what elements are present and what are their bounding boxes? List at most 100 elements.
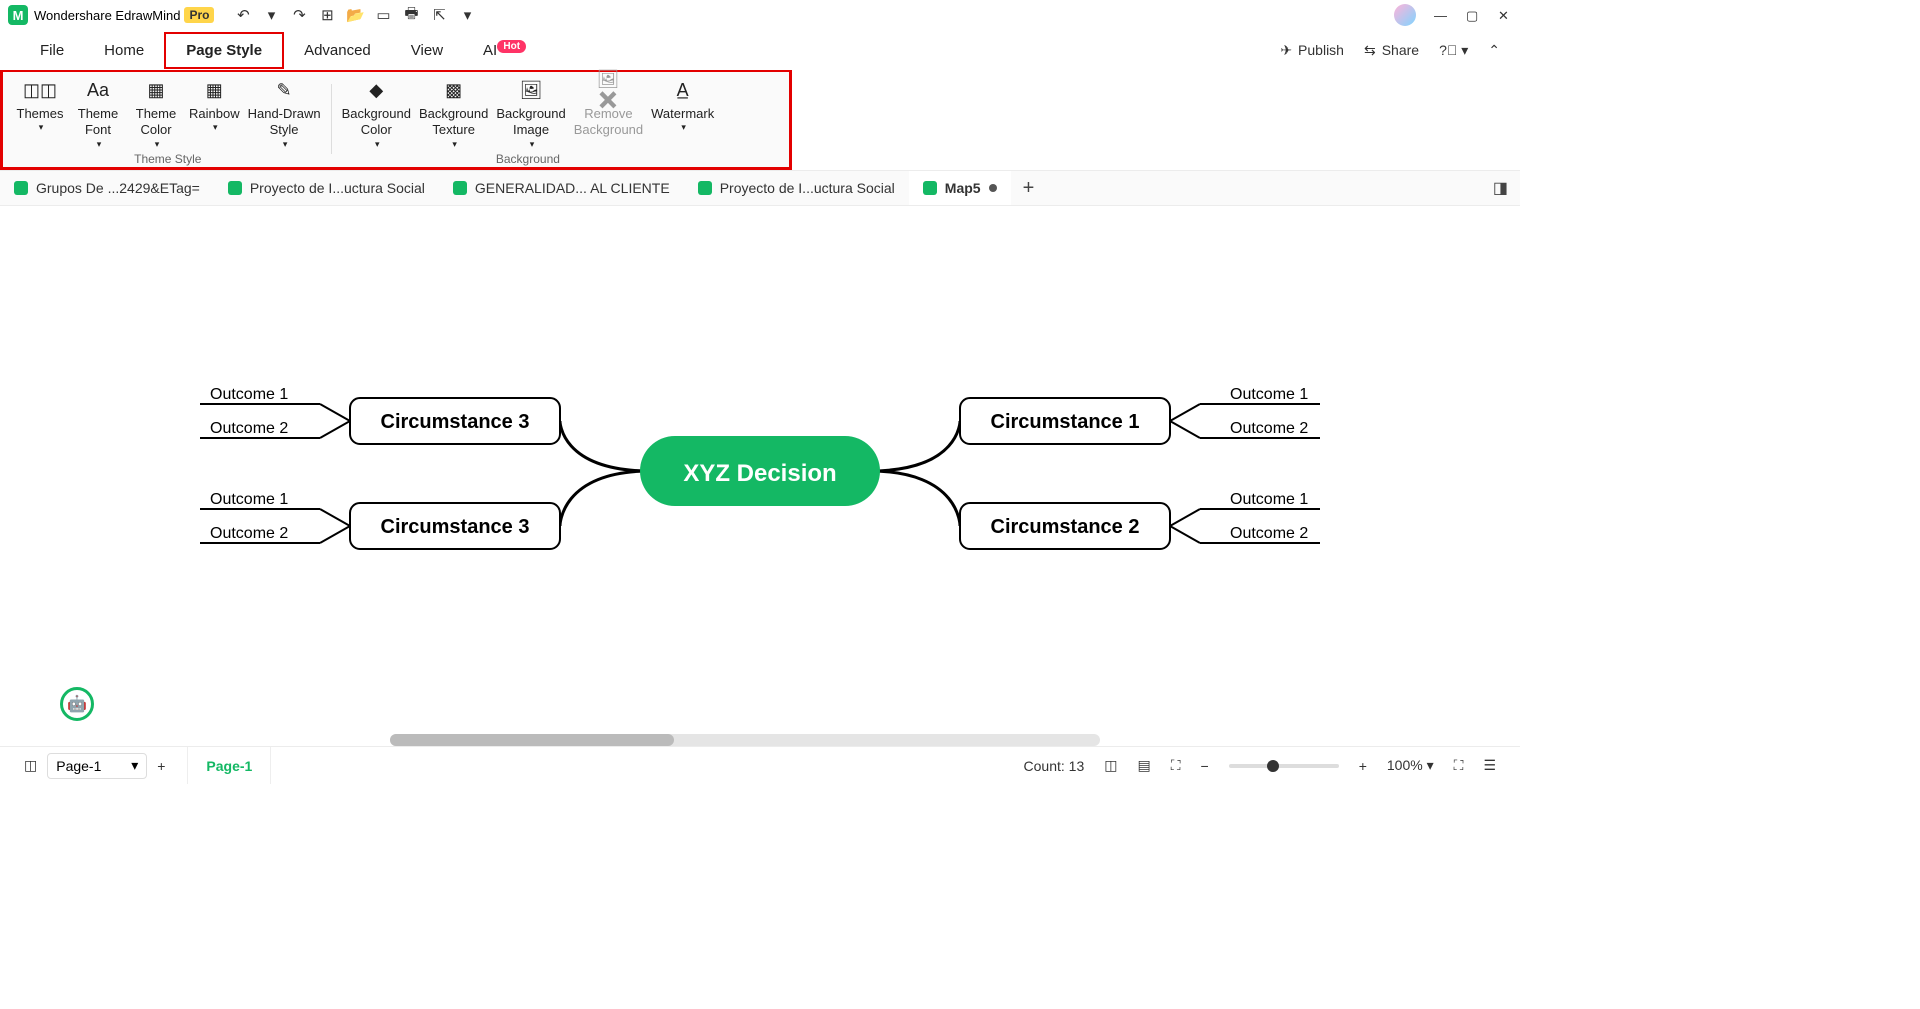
zoom-out-button[interactable]: −: [1191, 758, 1219, 774]
share-button[interactable]: ⇆ Share: [1364, 42, 1419, 59]
horizontal-scrollbar[interactable]: [390, 734, 1100, 746]
document-tab[interactable]: GENERALIDAD... AL CLIENTE: [439, 171, 684, 205]
branch-label: Circumstance 2: [991, 516, 1140, 538]
zoom-thumb[interactable]: [1267, 760, 1279, 772]
document-tab[interactable]: Grupos De ...2429&ETag=: [0, 171, 214, 205]
doc-icon: [698, 181, 712, 195]
outcome-label[interactable]: Outcome 2: [1230, 420, 1308, 437]
qat-more-icon[interactable]: ▾: [458, 6, 476, 24]
rainbow-button[interactable]: ▦ Rainbow ▾: [185, 78, 244, 150]
doc-icon: [14, 181, 28, 195]
document-tab[interactable]: Proyecto de I...uctura Social: [684, 171, 909, 205]
document-tab-active[interactable]: Map5: [909, 171, 1011, 205]
app-logo: M: [8, 5, 28, 25]
view-mode-1-icon[interactable]: ◫: [1094, 757, 1127, 774]
minimize-button[interactable]: —: [1434, 8, 1448, 22]
doc-icon: [228, 181, 242, 195]
publish-button[interactable]: ✈ Publish: [1280, 42, 1344, 59]
share-icon: ⇆: [1364, 42, 1376, 59]
doc-tab-label: GENERALIDAD... AL CLIENTE: [475, 180, 670, 196]
doc-tab-label: Proyecto de I...uctura Social: [250, 180, 425, 196]
doc-tab-label: Grupos De ...2429&ETag=: [36, 180, 200, 196]
branch-label: Circumstance 3: [381, 516, 530, 538]
zoom-in-button[interactable]: +: [1349, 758, 1377, 774]
page-tab[interactable]: Page-1: [187, 747, 271, 784]
scrollbar-thumb[interactable]: [390, 734, 674, 746]
ai-assistant-button[interactable]: 🤖: [60, 687, 94, 721]
hand-drawn-button[interactable]: ✎ Hand-Drawn Style ▾: [244, 78, 325, 150]
background-color-button[interactable]: ◆ Background Color ▾: [338, 78, 415, 150]
menu-advanced[interactable]: Advanced: [284, 34, 391, 67]
view-mode-2-icon[interactable]: ▤: [1127, 757, 1160, 774]
print-icon[interactable]: 🖶: [402, 6, 420, 24]
menu-file[interactable]: File: [20, 34, 84, 67]
chevron-down-icon: ▾: [375, 139, 380, 150]
panel-toggle-icon[interactable]: ◨: [1481, 178, 1520, 198]
add-tab-button[interactable]: +: [1011, 177, 1047, 200]
menu-home[interactable]: Home: [84, 34, 164, 67]
ribbon-group-label: Background: [496, 152, 560, 166]
canvas[interactable]: Outcome 1 Outcome 2 Outcome 1 Outcome 2 …: [0, 206, 1520, 746]
chevron-down-icon: ▾: [213, 122, 218, 133]
maximize-button[interactable]: ▢: [1466, 8, 1480, 22]
collapse-ribbon-icon[interactable]: ⌃: [1488, 42, 1500, 59]
remove-image-icon: 🖼✖: [596, 78, 620, 102]
outcome-label[interactable]: Outcome 1: [210, 491, 288, 508]
menu-view[interactable]: View: [391, 34, 463, 67]
window-controls: — ▢ ✕: [1394, 4, 1512, 26]
theme-font-button[interactable]: Aa Theme Font ▾: [69, 78, 127, 150]
publish-icon: ✈: [1280, 42, 1292, 59]
document-tabs: Grupos De ...2429&ETag= Proyecto de I...…: [0, 170, 1520, 206]
outcome-label[interactable]: Outcome 1: [1230, 386, 1308, 403]
open-icon[interactable]: 📂: [346, 6, 364, 24]
themes-button[interactable]: ◫◫ Themes ▾: [11, 78, 69, 150]
outline-toggle-icon[interactable]: ◫: [14, 757, 47, 774]
image-icon: 🖼: [519, 78, 543, 102]
new-icon[interactable]: ⊞: [318, 6, 336, 24]
redo-icon[interactable]: ↷: [290, 6, 308, 24]
fit-page-icon[interactable]: ⛶: [1161, 757, 1191, 774]
remove-background-button: 🖼✖ Remove Background: [570, 78, 647, 150]
chevron-down-icon: ▾: [283, 139, 288, 150]
menu-ai[interactable]: AI Hot: [463, 34, 546, 67]
help-icon[interactable]: ?⃝ ▾: [1439, 42, 1468, 59]
theme-color-button[interactable]: ▦ Theme Color ▾: [127, 78, 185, 150]
background-image-button[interactable]: 🖼 Background Image ▾: [492, 78, 569, 150]
add-page-button[interactable]: +: [147, 758, 175, 774]
page-selector[interactable]: Page-1 ▾: [47, 753, 147, 779]
outcome-label[interactable]: Outcome 1: [210, 386, 288, 403]
chevron-down-icon: ▾: [131, 757, 138, 774]
watermark-button[interactable]: A̲ Watermark ▾: [647, 78, 718, 150]
menu-ai-label: AI: [483, 42, 497, 59]
save-icon[interactable]: ▭: [374, 6, 392, 24]
themes-icon: ◫◫: [28, 78, 52, 102]
collapse-panel-icon[interactable]: ☰: [1473, 757, 1506, 774]
background-texture-button[interactable]: ▩ Background Texture ▾: [415, 78, 492, 150]
outcome-label[interactable]: Outcome 2: [210, 525, 288, 542]
undo-icon[interactable]: ↶: [234, 6, 252, 24]
fullscreen-icon[interactable]: ⛶: [1444, 757, 1474, 774]
status-bar: ◫ Page-1 ▾ + Page-1 Count: 13 ◫ ▤ ⛶ − + …: [0, 746, 1520, 784]
count-label: Count: 13: [1014, 758, 1095, 774]
outcome-label[interactable]: Outcome 2: [210, 420, 288, 437]
zoom-slider[interactable]: [1229, 764, 1339, 768]
close-button[interactable]: ✕: [1498, 8, 1512, 22]
branch-label: Circumstance 3: [381, 411, 530, 433]
zoom-value[interactable]: 100% ▾: [1377, 757, 1444, 774]
avatar[interactable]: [1394, 4, 1416, 26]
export-icon[interactable]: ⇱: [430, 6, 448, 24]
ribbon-page-style: ◫◫ Themes ▾ Aa Theme Font ▾ ▦ Theme Colo…: [0, 70, 792, 170]
undo-more-icon[interactable]: ▾: [262, 6, 280, 24]
theme-font-icon: Aa: [86, 78, 110, 102]
mindmap[interactable]: Outcome 1 Outcome 2 Outcome 1 Outcome 2 …: [0, 206, 1520, 746]
rainbow-icon: ▦: [202, 78, 226, 102]
ribbon-group-background: ◆ Background Color ▾ ▩ Background Textur…: [338, 78, 719, 166]
document-tab[interactable]: Proyecto de I...uctura Social: [214, 171, 439, 205]
theme-color-icon: ▦: [144, 78, 168, 102]
paint-bucket-icon: ◆: [364, 78, 388, 102]
texture-icon: ▩: [442, 78, 466, 102]
quick-access-toolbar: ↶ ▾ ↷ ⊞ 📂 ▭ 🖶 ⇱ ▾: [234, 6, 476, 24]
outcome-label[interactable]: Outcome 2: [1230, 525, 1308, 542]
menu-page-style[interactable]: Page Style: [164, 32, 284, 69]
outcome-label[interactable]: Outcome 1: [1230, 491, 1308, 508]
